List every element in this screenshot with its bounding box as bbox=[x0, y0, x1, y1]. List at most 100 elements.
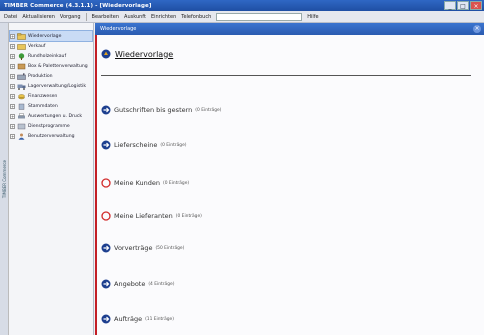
sidebar-nav: + Wiedervorlage + Verkauf + Rundholzeink… bbox=[9, 30, 93, 141]
title-bar: TIMBER Commerce (4.3.1.1) - [Wiedervorla… bbox=[0, 0, 484, 11]
list-item-angebote[interactable]: Angebote (4 Einträge) bbox=[101, 278, 174, 290]
row-count: (0 Einträge) bbox=[195, 107, 222, 113]
window-title: TIMBER Commerce (4.3.1.1) - [Wiedervorla… bbox=[4, 2, 152, 9]
folder-icon bbox=[17, 32, 26, 40]
maximize-button[interactable]: □ bbox=[457, 1, 469, 10]
row-label: Meine Kunden bbox=[114, 179, 161, 187]
row-label: Lieferscheine bbox=[114, 141, 158, 149]
menu-bar: Datei Aktualisieren Vorgang Bearbeiten A… bbox=[0, 11, 484, 23]
row-count: (50 Einträge) bbox=[155, 245, 185, 251]
sidebar-item-label: Produktion bbox=[28, 73, 53, 79]
minimize-button[interactable]: _ bbox=[444, 1, 456, 10]
tab-wiedervorlage[interactable]: Wiedervorlage × bbox=[95, 23, 484, 35]
sidebar: TIMBER Commerce + Wiedervorlage + Verkau… bbox=[0, 23, 94, 335]
folder-icon bbox=[17, 43, 26, 50]
sidebar-item-auswertungen[interactable]: + Auswertungen u. Druck bbox=[10, 111, 92, 121]
expand-icon[interactable]: + bbox=[10, 103, 15, 109]
list-item-meine-kunden[interactable]: Meine Kunden (0 Einträge) bbox=[101, 177, 189, 189]
list-item-meine-lieferanten[interactable]: Meine Lieferanten (0 Einträge) bbox=[101, 210, 202, 222]
tree-icon bbox=[18, 52, 25, 60]
expand-icon[interactable]: + bbox=[10, 123, 15, 129]
row-label: Gutschriften bis gestern bbox=[114, 106, 193, 114]
list-item-vorvertraege[interactable]: Vorverträge (50 Einträge) bbox=[101, 242, 184, 254]
close-tab-icon[interactable]: × bbox=[473, 25, 481, 33]
red-circle-icon bbox=[101, 178, 111, 188]
red-circle-icon bbox=[101, 211, 111, 221]
sidebar-item-label: Stammdaten bbox=[28, 103, 58, 109]
accent-divider bbox=[95, 35, 97, 335]
sidebar-item-produktion[interactable]: + Produktion bbox=[10, 71, 92, 81]
list-item-auftraege[interactable]: Aufträge (11 Einträge) bbox=[101, 313, 174, 325]
sidebar-item-wiedervorlage[interactable]: + Wiedervorlage bbox=[9, 30, 93, 42]
window-controls: _ □ × bbox=[444, 1, 482, 10]
user-icon bbox=[18, 133, 25, 140]
sidebar-item-benutzerverwaltung[interactable]: + Benutzerverwaltung bbox=[10, 131, 92, 141]
sidebar-strip-text: TIMBER Commerce bbox=[1, 159, 7, 199]
menu-datei[interactable]: Datei bbox=[4, 14, 17, 20]
wiedervorlage-icon bbox=[101, 49, 111, 59]
row-count: (11 Einträge) bbox=[145, 316, 174, 322]
database-icon bbox=[18, 103, 25, 110]
sidebar-item-finanzwesen[interactable]: + Finanzwesen bbox=[10, 91, 92, 101]
menu-telefonbuch[interactable]: Telefonbuch bbox=[181, 14, 211, 20]
expand-icon[interactable]: + bbox=[10, 93, 15, 99]
quick-search-input[interactable] bbox=[216, 12, 303, 21]
menu-bearbeiten[interactable]: Bearbeiten bbox=[92, 14, 119, 20]
sidebar-item-label: Box & Palettenverwaltung bbox=[28, 63, 88, 69]
sidebar-item-label: Lagerverwaltung/Logistik bbox=[28, 83, 86, 89]
row-label: Meine Lieferanten bbox=[114, 212, 173, 220]
sidebar-item-label: Finanzwesen bbox=[28, 93, 58, 99]
sidebar-item-lagerverwaltung[interactable]: + Lagerverwaltung/Logistik bbox=[10, 81, 92, 91]
menu-vorgang[interactable]: Vorgang bbox=[60, 14, 81, 20]
row-label: Vorverträge bbox=[114, 244, 153, 252]
row-count: (0 Einträge) bbox=[163, 180, 190, 186]
expand-icon[interactable]: + bbox=[10, 133, 15, 139]
tools-icon bbox=[17, 123, 26, 129]
menu-hilfe[interactable]: Hilfe bbox=[307, 14, 318, 20]
expand-icon[interactable]: + bbox=[10, 83, 15, 89]
expand-icon[interactable]: + bbox=[10, 53, 15, 59]
box-icon bbox=[17, 63, 26, 69]
sidebar-item-label: Dienstprogramme bbox=[28, 123, 70, 129]
coins-icon bbox=[18, 93, 25, 99]
sidebar-item-label: Wiedervorlage bbox=[28, 33, 62, 39]
row-label: Aufträge bbox=[114, 315, 143, 323]
sidebar-item-label: Verkauf bbox=[28, 43, 46, 49]
header-divider bbox=[101, 75, 471, 76]
menu-auskunft[interactable]: Auskunft bbox=[124, 14, 146, 20]
expand-icon[interactable]: + bbox=[10, 33, 15, 39]
sidebar-vertical-strip: TIMBER Commerce bbox=[0, 23, 9, 335]
arrow-circle-icon bbox=[101, 105, 111, 115]
expand-icon[interactable]: + bbox=[10, 113, 15, 119]
sidebar-item-stammdaten[interactable]: + Stammdaten bbox=[10, 101, 92, 111]
tab-title: Wiedervorlage bbox=[100, 26, 137, 32]
menu-aktualisieren[interactable]: Aktualisieren bbox=[22, 14, 55, 20]
expand-icon[interactable]: + bbox=[10, 73, 15, 79]
sidebar-item-label: Auswertungen u. Druck bbox=[28, 113, 83, 119]
list-item-lieferscheine[interactable]: Lieferscheine (0 Einträge) bbox=[101, 139, 187, 151]
row-count: (0 Einträge) bbox=[175, 213, 202, 219]
menu-einrichten[interactable]: Einrichten bbox=[151, 14, 176, 20]
close-button[interactable]: × bbox=[470, 1, 482, 10]
list-item-gutschriften[interactable]: Gutschriften bis gestern (0 Einträge) bbox=[101, 104, 221, 116]
page-title: Wiedervorlage bbox=[115, 49, 174, 59]
truck-icon bbox=[17, 84, 26, 90]
sidebar-item-rundholzeinkauf[interactable]: + Rundholzeinkauf bbox=[10, 51, 92, 61]
menu-separator bbox=[85, 12, 87, 21]
arrow-circle-icon bbox=[101, 279, 111, 289]
arrow-circle-icon bbox=[101, 140, 111, 150]
factory-icon bbox=[17, 72, 26, 80]
sidebar-item-label: Rundholzeinkauf bbox=[28, 53, 67, 59]
row-count: (4 Einträge) bbox=[148, 281, 175, 287]
sidebar-item-label: Benutzerverwaltung bbox=[28, 133, 75, 139]
sidebar-item-verkauf[interactable]: + Verkauf bbox=[10, 41, 92, 51]
printer-icon bbox=[18, 112, 25, 118]
page-header: Wiedervorlage bbox=[101, 47, 173, 61]
arrow-circle-icon bbox=[101, 314, 111, 324]
main-panel: Wiedervorlage × Wiedervorlage Gutschrift… bbox=[95, 23, 484, 335]
expand-icon[interactable]: + bbox=[10, 63, 15, 69]
arrow-circle-icon bbox=[101, 243, 111, 253]
expand-icon[interactable]: + bbox=[10, 43, 15, 49]
sidebar-item-box-paletten[interactable]: + Box & Palettenverwaltung bbox=[10, 61, 92, 71]
sidebar-item-dienstprogramme[interactable]: + Dienstprogramme bbox=[10, 121, 92, 131]
